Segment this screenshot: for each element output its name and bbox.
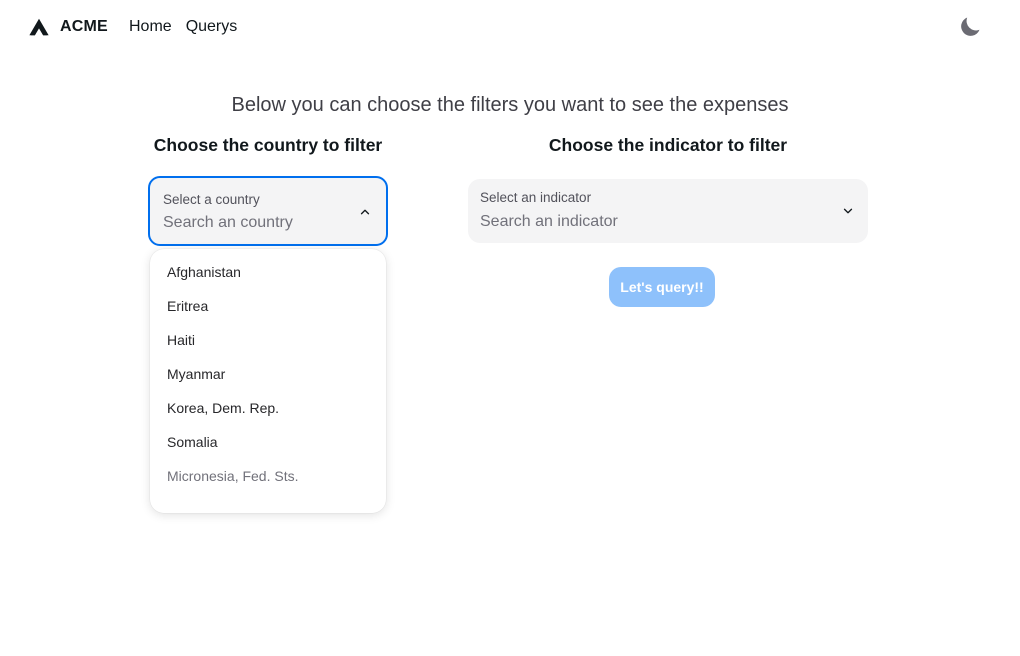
country-select-label: Select a country xyxy=(163,192,260,207)
chevron-up-icon xyxy=(360,209,370,215)
list-item-afghanistan[interactable]: Afghanistan xyxy=(167,264,241,280)
list-item-somalia[interactable]: Somalia xyxy=(167,434,218,450)
acme-logo-icon xyxy=(29,18,49,36)
country-search-input[interactable]: Search an country xyxy=(163,214,293,232)
nav-links: Home Querys xyxy=(129,18,237,36)
chevron-down-icon xyxy=(843,208,853,214)
nav-link-home[interactable]: Home xyxy=(129,18,172,36)
list-item-korea-dem-rep[interactable]: Korea, Dem. Rep. xyxy=(167,400,279,416)
country-select[interactable]: Select a country Search an country xyxy=(148,176,388,246)
country-filter-heading: Choose the country to filter xyxy=(153,135,383,155)
indicator-search-input[interactable]: Search an indicator xyxy=(480,213,618,231)
brand[interactable]: ACME xyxy=(28,16,108,38)
nav-link-querys[interactable]: Querys xyxy=(186,18,238,36)
query-button[interactable]: Let's query!! xyxy=(609,267,715,307)
brand-name: ACME xyxy=(60,18,108,35)
navbar: ACME Home Querys xyxy=(0,0,1020,56)
list-item-myanmar[interactable]: Myanmar xyxy=(167,366,225,382)
moon-icon xyxy=(961,17,980,36)
indicator-filter-heading: Choose the indicator to filter xyxy=(548,135,788,155)
list-item-micronesia[interactable]: Micronesia, Fed. Sts. xyxy=(167,468,299,484)
page-subtitle: Below you can choose the filters you wan… xyxy=(231,94,789,116)
indicator-select-label: Select an indicator xyxy=(480,190,592,205)
list-item-eritrea[interactable]: Eritrea xyxy=(167,298,208,314)
country-listbox: Afghanistan Eritrea Haiti Myanmar Korea,… xyxy=(150,249,386,513)
indicator-select[interactable]: Select an indicator Search an indicator xyxy=(468,179,868,243)
listbox-scroll-fade xyxy=(150,489,386,513)
list-item-haiti[interactable]: Haiti xyxy=(167,332,195,348)
theme-toggle-button[interactable] xyxy=(958,15,984,41)
